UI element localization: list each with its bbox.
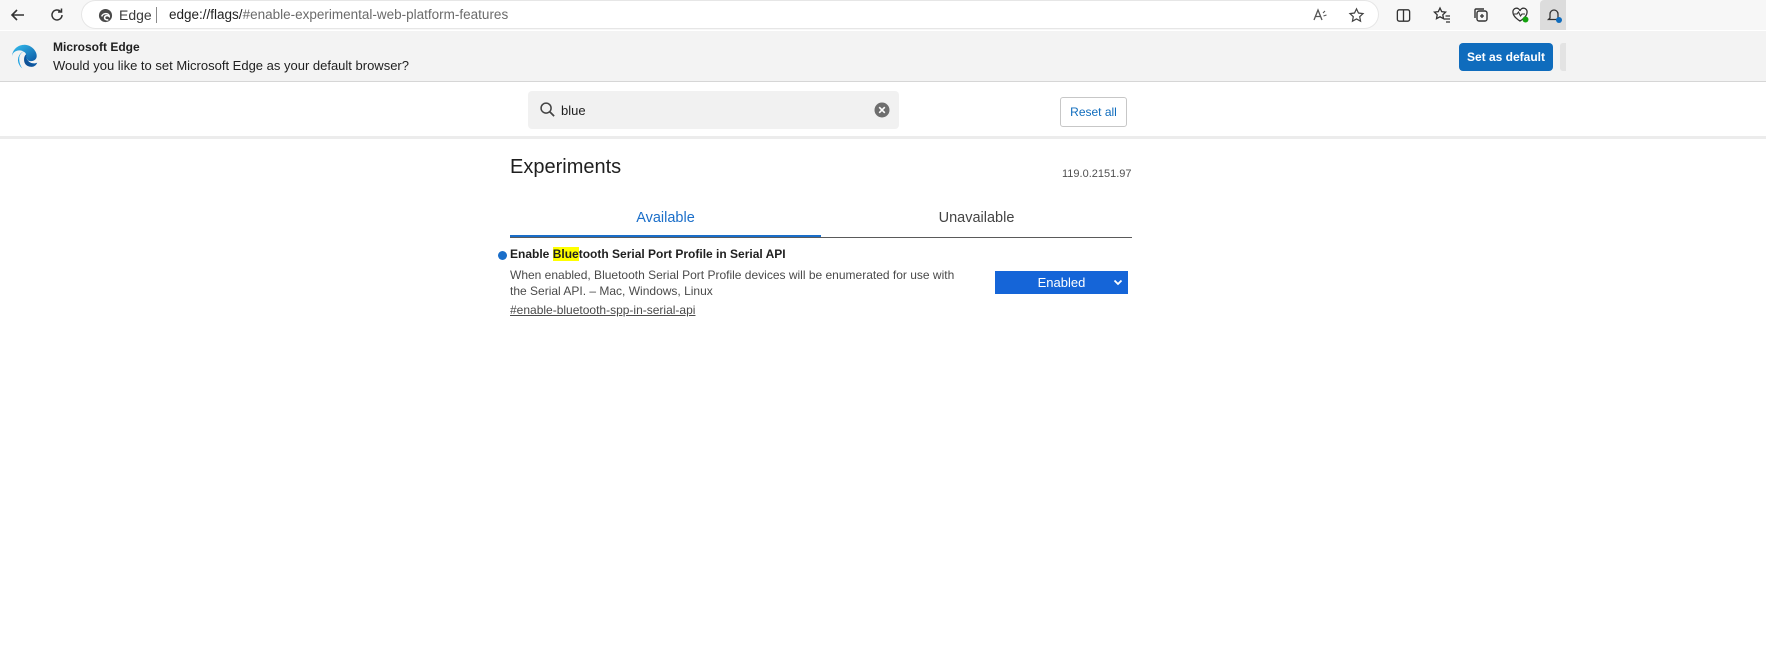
collections-button[interactable] (1467, 2, 1495, 28)
page-title: Experiments (510, 156, 622, 178)
search-input[interactable] (561, 100, 861, 120)
browser-toolbar: Edge edge://flags/#enable-experimental-w… (0, 0, 1766, 30)
clear-search-icon[interactable] (874, 102, 890, 118)
edge-page-icon (98, 8, 113, 22)
url-fragment: #enable-experimental-web-platform-featur… (242, 7, 509, 22)
refresh-icon (51, 8, 63, 21)
flag-state-value: Enabled (1037, 275, 1086, 290)
address-divider (156, 7, 157, 23)
flag-title: Enable Bluetooth Serial Port Profile in … (510, 247, 786, 261)
flag-title-suffix: tooth Serial Port Profile in Serial API (578, 247, 786, 261)
url-text[interactable]: edge://flags/#enable-experimental-web-pl… (169, 7, 508, 22)
search-box[interactable] (528, 91, 899, 129)
microsoft-edge-logo-icon (12, 44, 38, 69)
split-screen-icon (1396, 8, 1410, 22)
modified-flag-indicator (498, 251, 507, 260)
site-label: Edge (119, 7, 152, 23)
favorite-button[interactable] (1345, 4, 1367, 26)
back-arrow-icon (10, 9, 24, 21)
search-match-highlight: Blue (552, 247, 579, 261)
address-bar[interactable]: Edge edge://flags/#enable-experimental-w… (82, 1, 1378, 28)
flag-permalink[interactable]: #enable-bluetooth-spp-in-serial-api (510, 303, 695, 317)
refresh-button[interactable] (43, 2, 71, 28)
infobar-secondary-button[interactable] (1560, 43, 1566, 71)
flag-title-prefix: Enable (510, 247, 553, 261)
flag-description: When enabled, Bluetooth Serial Port Prof… (510, 268, 955, 298)
collections-icon (1474, 8, 1488, 22)
url-host: edge://flags/ (169, 7, 243, 22)
reset-all-button[interactable]: Reset all (1060, 97, 1127, 127)
star-icon (1348, 6, 1364, 22)
set-as-default-button[interactable]: Set as default (1459, 43, 1553, 71)
heart-pulse-icon (1512, 7, 1529, 23)
favorites-button[interactable] (1428, 2, 1456, 28)
infobar-title: Microsoft Edge (53, 40, 140, 54)
experiments-tabs: Available Unavailable (510, 200, 1132, 238)
infobar-message: Would you like to set Microsoft Edge as … (53, 58, 409, 73)
read-aloud-icon (1313, 8, 1327, 21)
bell-icon (1546, 9, 1562, 23)
back-button[interactable] (4, 2, 32, 28)
search-icon (540, 102, 555, 117)
tab-unavailable[interactable]: Unavailable (821, 200, 1132, 236)
browser-essentials-button[interactable] (1506, 2, 1534, 28)
notifications-button[interactable] (1540, 0, 1566, 30)
flags-search-header: Reset all (0, 82, 1766, 139)
tab-available[interactable]: Available (510, 200, 821, 237)
favorites-icon (1433, 6, 1450, 23)
read-aloud-button[interactable] (1309, 4, 1331, 26)
default-browser-infobar: Microsoft Edge Would you like to set Mic… (0, 31, 1766, 82)
split-screen-button[interactable] (1389, 2, 1417, 28)
flag-state-dropdown[interactable]: Enabled (995, 271, 1128, 294)
chevron-down-icon (1113, 279, 1123, 286)
site-info-chip[interactable]: Edge (98, 5, 152, 25)
version-label: 119.0.2151.97 (1062, 168, 1132, 180)
